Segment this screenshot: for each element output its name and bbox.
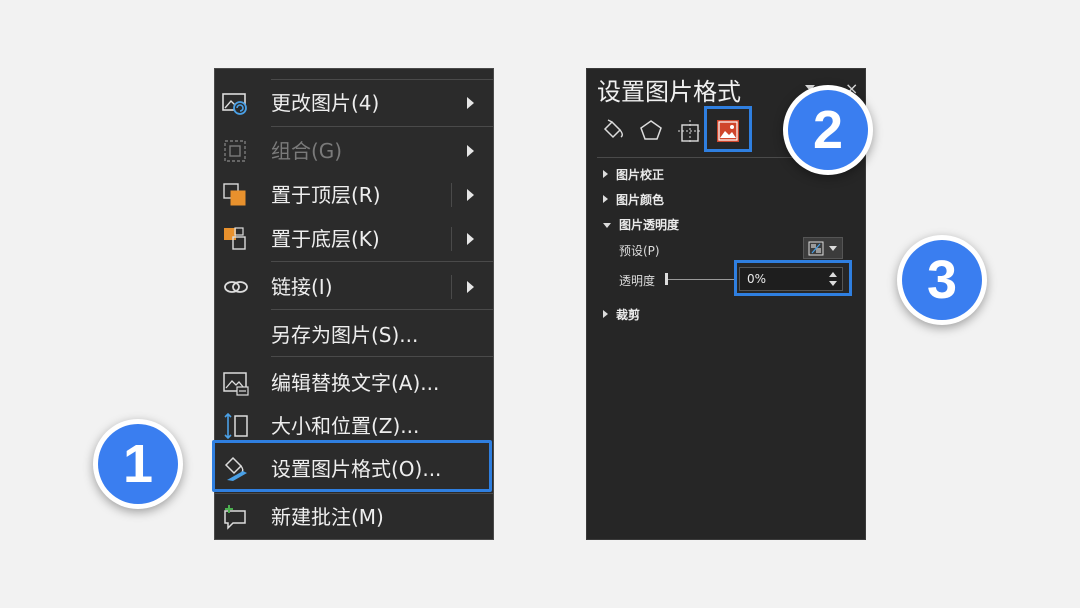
menu-item-group[interactable]: 组合(G) [215,131,493,171]
menu-item-label: 大小和位置(Z)... [271,414,420,438]
size-position-icon [221,412,251,440]
section-label: 裁剪 [616,308,641,322]
preset-dropdown[interactable] [803,237,843,259]
alt-text-icon [221,369,251,397]
collapse-arrow-icon [603,223,611,228]
transparency-slider-thumb[interactable] [665,273,668,285]
menu-separator [215,493,493,494]
menu-item-new-comment[interactable]: 新建批注(M) [215,497,493,537]
expand-arrow-icon [603,170,608,178]
submenu-divider [451,275,452,299]
menu-item-edit-alt-text[interactable]: 编辑替换文字(A)... [215,363,493,403]
transparency-preset-icon [808,241,824,260]
menu-item-label: 组合(G) [271,139,343,163]
submenu-arrow-icon [467,189,474,201]
bring-to-front-icon [221,181,251,209]
size-properties-icon[interactable] [675,117,705,145]
section-picture-color[interactable]: 图片颜色 [603,191,664,208]
step-badge-3: 3 [902,240,982,320]
section-picture-correction[interactable]: 图片校正 [603,166,664,183]
link-icon [221,273,251,301]
menu-item-bring-to-front[interactable]: 置于顶层(R) [215,175,493,215]
menu-separator [271,309,493,310]
transparency-highlight-box [734,260,852,296]
picture-tab-highlight-box [704,106,752,152]
menu-item-change-picture[interactable]: 更改图片(4) [215,83,493,123]
menu-item-label: 新建批注(M) [271,505,384,529]
submenu-arrow-icon [467,97,474,109]
new-comment-icon [221,503,251,531]
expand-arrow-icon [603,195,608,203]
menu-separator [271,79,493,80]
section-label: 图片透明度 [619,218,680,232]
transparency-label: 透明度 [619,274,656,288]
format-picture-highlight-box [212,440,492,492]
menu-item-link[interactable]: 链接(I) [215,267,493,307]
menu-item-label: 更改图片(4) [271,91,380,115]
send-to-back-icon [221,225,251,253]
step-badge-1: 1 [98,424,178,504]
section-label: 图片颜色 [616,193,665,207]
section-crop[interactable]: 裁剪 [603,306,640,323]
menu-item-label: 另存为图片(S)... [271,323,419,347]
transparency-slider[interactable] [667,279,735,280]
group-icon [221,137,251,165]
fill-line-icon[interactable] [599,117,629,145]
preset-label: 预设(P) [619,244,660,258]
menu-item-label: 置于顶层(R) [271,183,381,207]
menu-separator [271,356,493,357]
menu-item-send-to-back[interactable]: 置于底层(K) [215,219,493,259]
menu-item-label: 置于底层(K) [271,227,380,251]
submenu-arrow-icon [467,233,474,245]
pane-options-chevron-icon[interactable] [805,85,815,91]
submenu-arrow-icon [467,281,474,293]
menu-item-save-as-picture[interactable]: 另存为图片(S)... [215,315,493,355]
expand-arrow-icon [603,310,608,318]
change-picture-icon [221,89,251,117]
submenu-divider [451,227,452,251]
submenu-divider [451,183,452,207]
step-badge-2: 2 [788,90,868,170]
section-picture-transparency[interactable]: 图片透明度 [603,216,679,233]
chevron-down-icon [829,246,837,251]
menu-item-label: 链接(I) [271,275,333,299]
effects-pentagon-icon[interactable] [637,117,667,145]
menu-item-label: 编辑替换文字(A)... [271,371,440,395]
menu-separator [271,261,493,262]
pane-title: 设置图片格式 [597,78,741,106]
section-label: 图片校正 [616,168,665,182]
menu-separator [271,126,493,127]
submenu-arrow-icon [467,145,474,157]
